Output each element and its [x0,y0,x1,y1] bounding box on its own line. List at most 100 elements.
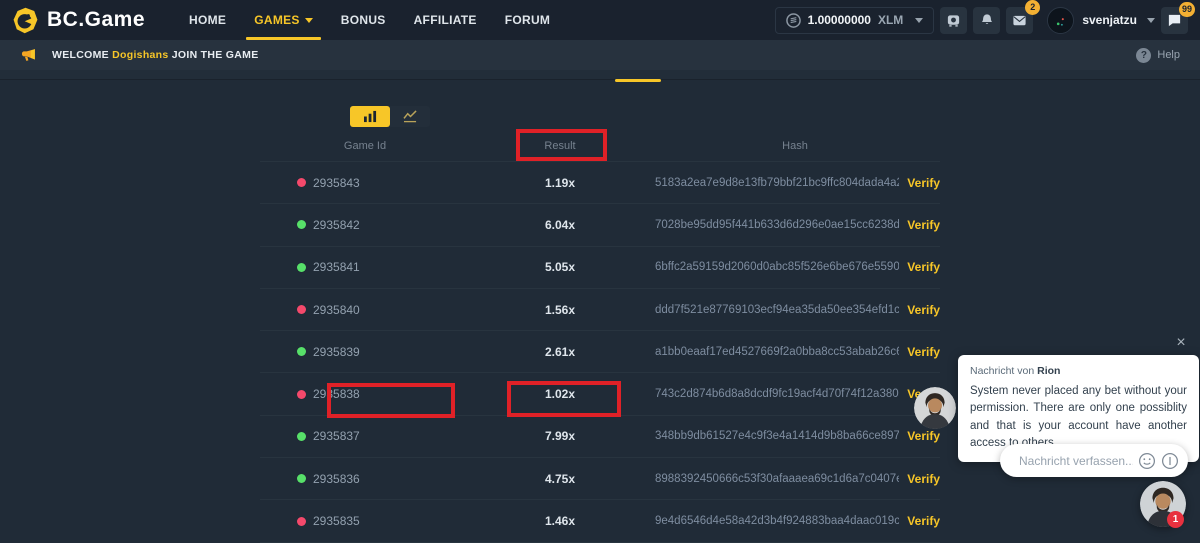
table-body: 2935843 1.19x 5183a2ea7e9d8e13fb79bbf21b… [260,162,940,543]
vault-icon [946,13,961,28]
result-dot [297,178,306,187]
hash-value: ddd7f521e87769103ecf94ea35da50ee354efd1c… [650,304,899,316]
mail-badge: 2 [1025,0,1040,15]
result-value: 5.05x [545,260,575,274]
nav-item-affiliate[interactable]: AFFILIATE [400,0,491,40]
welcome-banner: WELCOME Dogishans JOIN THE GAME ? Help [0,40,1200,70]
hash-value: 7028be95dd95f441b633d6d296e0ae15cc6238dd… [650,219,899,231]
hash-value: 9e4d6546d4e58a42d3b4f924883baa4daac019ce… [650,515,899,527]
help-icon: ? [1136,48,1151,63]
chart-toggle [350,106,430,127]
verify-link[interactable]: Verify [907,472,940,486]
table-row: 2935840 1.56x ddd7f521e87769103ecf94ea35… [260,289,940,331]
table-row: 2935838 1.02x 743c2d874b6d8a8dcdf9fc19ac… [260,373,940,415]
chat-sender: Rion [1037,365,1060,377]
trend-chart-toggle[interactable] [390,106,430,127]
chat-from-label: Nachricht von Rion [970,365,1187,377]
result-dot [297,220,306,229]
chat-unread-badge: 1 [1167,511,1184,528]
vault-button[interactable] [940,7,967,34]
welcome-username: Dogishans [112,49,168,61]
hash-value: 6bffc2a59159d2060d0abc85f526e6be676e5590… [650,261,899,273]
result-dot [297,305,306,314]
chevron-down-icon [1147,18,1155,23]
notifications-button[interactable] [973,7,1000,34]
chat-sender-avatar [914,387,956,429]
result-value: 1.02x [545,387,575,401]
welcome-message: WELCOME Dogishans JOIN THE GAME [52,49,259,61]
brand-name: BC.Game [47,8,145,32]
hash-value: 743c2d874b6d8a8dcdf9fc19acf4d70f74f12a38… [650,388,899,400]
emoji-icon[interactable] [1138,452,1156,470]
hash-value: 8988392450666c53f30afaaaea69c1d6a7c0407e… [650,473,899,485]
bar-chart-icon [363,110,378,123]
verify-link[interactable]: Verify [907,176,940,190]
table-row: 2935835 1.46x 9e4d6546d4e58a42d3b4f92488… [260,500,940,542]
verify-link[interactable]: Verify [907,514,940,528]
chat-message-text: System never placed any bet without your… [970,383,1187,452]
chevron-down-icon [305,18,313,23]
header-result: Result [470,140,650,152]
verify-link[interactable]: Verify [907,345,940,359]
mail-icon [1012,13,1027,28]
balance-selector[interactable]: 1.00000000 XLM [775,7,935,34]
chat-toggle-button[interactable]: 99 [1161,7,1188,34]
result-dot [297,347,306,356]
megaphone-icon [20,46,38,64]
chat-badge: 99 [1179,2,1195,17]
result-dot [297,517,306,526]
game-id: 2935840 [313,303,360,317]
table-row: 2935839 2.61x a1bb0eaaf17ed4527669f2a0bb… [260,331,940,373]
bar-chart-toggle[interactable] [350,106,390,127]
nav-item-forum[interactable]: FORUM [491,0,565,40]
table-row: 2935841 5.05x 6bffc2a59159d2060d0abc85f5… [260,247,940,289]
result-dot [297,390,306,399]
result-value: 1.56x [545,303,575,317]
brand-logo-icon [12,7,39,34]
username: svenjatzu [1082,13,1137,27]
result-value: 2.61x [545,345,575,359]
balance-currency: XLM [878,13,903,27]
help-button[interactable]: ? Help [1136,48,1180,63]
verify-link[interactable]: Verify [907,218,940,232]
hash-value: 348bb9db61527e4c9f3e4a1414d9b8ba66ce8970… [650,430,899,442]
main-nav: HOME GAMES BONUS AFFILIATE FORUM [175,0,564,40]
brand-logo[interactable]: BC.Game [12,7,145,34]
verify-link[interactable]: Verify [907,429,940,443]
hash-value: a1bb0eaaf17ed4527669f2a0bba8cc53abab26c6… [650,346,899,358]
nav-item-bonus[interactable]: BONUS [327,0,400,40]
nav-item-home[interactable]: HOME [175,0,240,40]
navbar: BC.Game HOME GAMES BONUS AFFILIATE FORUM… [0,0,1200,40]
bell-icon [980,13,994,27]
close-icon[interactable]: × [1172,334,1190,352]
table-header: Game Id Result Hash [260,130,940,162]
table-row: 2935837 7.99x 348bb9db61527e4c9f3e4a1414… [260,416,940,458]
navbar-right: 1.00000000 XLM [775,7,1188,34]
verify-link[interactable]: Verify [907,303,940,317]
result-value: 6.04x [545,218,575,232]
chat-message-input[interactable] [1019,454,1133,468]
avatar [1047,7,1074,34]
trend-chart-icon [403,110,418,123]
verify-link[interactable]: Verify [907,260,940,274]
result-dot [297,474,306,483]
game-id: 2935843 [313,176,360,190]
table-row: 2935842 6.04x 7028be95dd95f441b633d6d296… [260,204,940,246]
attachment-icon[interactable] [1161,452,1179,470]
nav-item-games[interactable]: GAMES [240,0,327,40]
game-id: 2935839 [313,345,360,359]
table-row: 2935836 4.75x 8988392450666c53f30afaaaea… [260,458,940,500]
subheader-strip [0,70,1200,80]
user-menu[interactable]: svenjatzu [1047,7,1155,34]
balance-amount: 1.00000000 [808,13,871,27]
game-id: 2935837 [313,429,360,443]
result-value: 1.19x [545,176,575,190]
header-hash: Hash [650,140,940,152]
table-row: 2935843 1.19x 5183a2ea7e9d8e13fb79bbf21b… [260,162,940,204]
result-dot [297,432,306,441]
game-id: 2935838 [313,387,360,401]
result-value: 4.75x [545,472,575,486]
game-id: 2935835 [313,514,360,528]
messages-button[interactable]: 2 [1006,7,1033,34]
chevron-down-icon [915,18,923,23]
